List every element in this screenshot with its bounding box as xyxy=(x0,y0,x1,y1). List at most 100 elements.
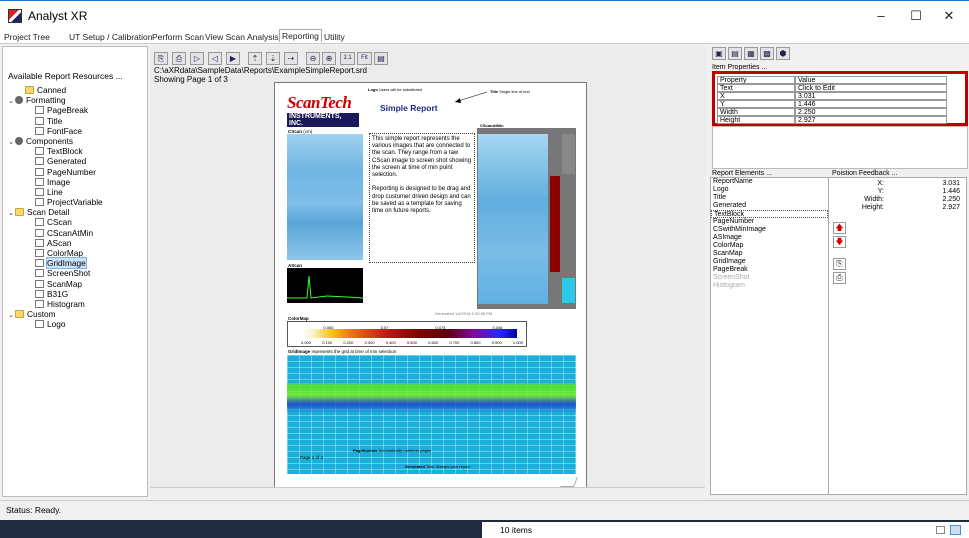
property-row[interactable]: Property Value xyxy=(717,76,947,84)
report-element-item[interactable]: Histogram xyxy=(711,282,828,290)
report-element-item[interactable]: PageBreak xyxy=(711,266,828,274)
close-button[interactable]: ✕ xyxy=(934,5,964,27)
property-tool-button[interactable]: ⬢ xyxy=(776,47,790,60)
title-bar: Analyst XR – ☐ ✕ xyxy=(0,0,969,30)
report-element-item[interactable]: Generated xyxy=(711,202,828,210)
preview-tool-button[interactable]: Fit xyxy=(357,52,372,65)
preview-tool-button[interactable]: ⇢ xyxy=(284,52,298,65)
report-element-item[interactable]: ScanMap xyxy=(711,250,828,258)
preview-tool-button[interactable]: ⇡ xyxy=(248,52,262,65)
move-down-button[interactable]: 🡇 xyxy=(833,236,846,248)
preview-tool-button[interactable]: ◁ xyxy=(208,52,222,65)
grid-image[interactable] xyxy=(287,355,576,474)
property-row[interactable]: Height 2.927 xyxy=(717,116,947,124)
preview-tool-button[interactable]: ⇣ xyxy=(266,52,280,65)
tab-project-tree[interactable]: Project Tree xyxy=(2,31,52,44)
report-element-item[interactable]: ASImage xyxy=(711,234,828,242)
tree-node-screenshot[interactable]: ScreenShot xyxy=(7,268,147,278)
tree-node-fontface[interactable]: FontFace xyxy=(7,126,147,136)
cscan-image[interactable] xyxy=(287,134,363,260)
colormap-panel[interactable]: 0.550 0.07 0.073 0.346 0.000 0.100 0.200 0.300… xyxy=(287,321,527,347)
preview-tool-button[interactable]: ⎙ xyxy=(172,52,186,65)
property-tool-button[interactable]: ▦ xyxy=(744,47,758,60)
tree-node-gridimage[interactable]: GridImage xyxy=(7,257,147,270)
paste-element-button[interactable]: ⎙ xyxy=(833,272,846,284)
tree-node-image[interactable]: Image xyxy=(7,177,147,187)
preview-tool-button[interactable]: ▶ xyxy=(226,52,240,65)
tree-node-cscanatmin[interactable]: CScanAtMin xyxy=(7,228,147,238)
property-value[interactable]: 3.031 xyxy=(795,92,947,100)
tree-node-label: TextBlock xyxy=(47,146,83,157)
tree-node-textblock[interactable]: TextBlock xyxy=(7,146,147,156)
tree-node-canned[interactable]: Canned xyxy=(7,85,147,95)
tree-node-pagenumber[interactable]: PageNumber xyxy=(7,167,147,177)
property-value[interactable]: Click to Edit xyxy=(795,84,947,92)
report-element-item[interactable]: GridImage xyxy=(711,258,828,266)
report-element-item[interactable]: Title xyxy=(711,194,828,202)
report-element-item[interactable]: ReportName xyxy=(711,178,828,186)
cscanatmin-image[interactable] xyxy=(477,128,576,309)
move-up-button[interactable]: 🡅 xyxy=(833,222,846,234)
tree-node-logo[interactable]: Logo xyxy=(7,319,147,329)
preview-tool-button[interactable]: ⎘ xyxy=(154,52,168,65)
tree-node-scanmap[interactable]: ScanMap xyxy=(7,279,147,289)
tree-node-generated[interactable]: Generated xyxy=(7,156,147,166)
property-row[interactable]: Y 1.446 xyxy=(717,100,947,108)
tree-node-histogram[interactable]: Histogram xyxy=(7,299,147,309)
item-count: 10 items xyxy=(500,525,533,535)
page-number[interactable]: Page 1 of 3 xyxy=(300,455,323,460)
tree-node-scan-detail[interactable]: ⌄ Scan Detail xyxy=(7,207,147,217)
horizontal-scrollbar[interactable] xyxy=(150,487,705,497)
tree-node-colormap[interactable]: ColorMap xyxy=(7,248,147,258)
ascan-image[interactable] xyxy=(287,268,363,303)
tree-node-ascan[interactable]: AScan xyxy=(7,238,147,248)
property-row[interactable]: Text Click to Edit xyxy=(717,84,947,92)
report-element-item[interactable]: CSwithMinImage xyxy=(711,226,828,234)
tab-perform-scan[interactable]: Perform Scan xyxy=(150,31,206,44)
tree-node-b31g[interactable]: B31G xyxy=(7,289,147,299)
preview-tool-button[interactable]: ▤ xyxy=(374,52,388,65)
property-value[interactable]: 2.927 xyxy=(795,116,947,124)
property-row[interactable]: Width 2.250 xyxy=(717,108,947,116)
details-view-icon[interactable] xyxy=(936,526,945,534)
large-icons-view-icon[interactable] xyxy=(950,525,961,535)
report-element-item[interactable]: Logo xyxy=(711,186,828,194)
tree-node-components[interactable]: ⌄ Components xyxy=(7,136,147,146)
colormap-tick: 1.000 xyxy=(512,340,523,345)
tree-node-projectvariable[interactable]: ProjectVariable xyxy=(7,197,147,207)
textblock[interactable]: This simple report represents the variou… xyxy=(369,133,475,263)
report-page[interactable]: ScanTech INSTRUMENTS, INC. Logo Users wi… xyxy=(274,82,587,494)
report-element-item[interactable]: TextBlock xyxy=(711,210,828,218)
tree-node-custom[interactable]: ⌄ Custom xyxy=(7,309,147,319)
preview-tool-button[interactable]: ▷ xyxy=(190,52,204,65)
property-tool-button[interactable]: ▣ xyxy=(712,47,726,60)
report-element-item[interactable]: PageNumber xyxy=(711,218,828,226)
property-row[interactable]: X 3.031 xyxy=(717,92,947,100)
property-tool-button[interactable]: ▤ xyxy=(728,47,742,60)
preview-tool-button[interactable]: 1:1 xyxy=(340,52,355,65)
report-element-item[interactable]: ColorMap xyxy=(711,242,828,250)
report-element-item[interactable]: ScreenShot xyxy=(711,274,828,282)
tab-view-scan[interactable]: View Scan xyxy=(203,31,247,44)
feedback-value: 3.031 xyxy=(942,180,960,187)
tree-node-formatting[interactable]: ⌄ Formatting xyxy=(7,95,147,105)
tree-node-line[interactable]: Line xyxy=(7,187,147,197)
property-value[interactable]: 1.446 xyxy=(795,100,947,108)
preview-tool-button[interactable]: ⊕ xyxy=(322,52,336,65)
tree-node-pagebreak[interactable]: PageBreak xyxy=(7,105,147,115)
tree-node-label: Canned xyxy=(37,85,67,95)
doc-icon xyxy=(35,299,44,308)
tab-ut-setup[interactable]: UT Setup / Calibration xyxy=(67,31,154,44)
tree-node-cscan[interactable]: CScan xyxy=(7,217,147,227)
tab-analysis[interactable]: Analysis xyxy=(245,31,281,44)
property-tool-button[interactable]: ▩ xyxy=(760,47,774,60)
tree-node-title[interactable]: Title xyxy=(7,116,147,126)
tab-reporting[interactable]: Reporting xyxy=(279,29,322,42)
property-value[interactable]: 2.250 xyxy=(795,108,947,116)
preview-tool-button[interactable]: ⊖ xyxy=(306,52,320,65)
minimize-button[interactable]: – xyxy=(866,5,896,27)
copy-element-button[interactable]: ⎘ xyxy=(833,258,846,270)
property-value[interactable]: Value xyxy=(795,76,947,84)
maximize-button[interactable]: ☐ xyxy=(901,5,931,27)
tab-utility[interactable]: Utility xyxy=(322,31,347,44)
